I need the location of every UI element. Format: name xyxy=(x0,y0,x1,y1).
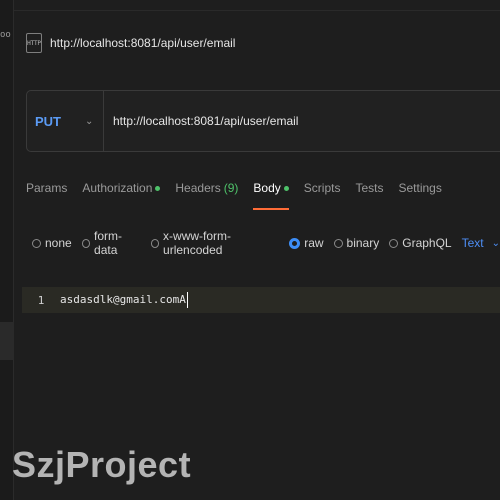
request-title[interactable]: http://localhost:8081/api/user/email xyxy=(50,36,235,50)
body-option-label: form-data xyxy=(94,229,123,257)
radio-icon xyxy=(150,238,160,248)
tab-label: Tests xyxy=(355,181,384,195)
request-tabs: Params Authorization Headers (9) Body Sc… xyxy=(26,178,457,214)
body-option-label: GraphQL xyxy=(402,236,452,250)
sidebar-selected-item[interactable] xyxy=(0,322,14,360)
tab-label: Scripts xyxy=(303,181,341,195)
body-editor-content: asdasdlk@gmail.comA xyxy=(60,293,186,306)
watermark-text: SzjProject xyxy=(12,444,192,485)
app-window: oo HTTP http://localhost:8081/api/user/e… xyxy=(0,0,500,500)
tab-scripts[interactable]: Scripts xyxy=(304,178,341,198)
tab-tests[interactable]: Tests xyxy=(355,178,383,198)
tab-label: Authorization xyxy=(82,181,153,195)
body-option-label: none xyxy=(45,236,72,250)
line-number: 1 xyxy=(37,293,45,307)
tab-authorization[interactable]: Authorization xyxy=(82,178,161,198)
body-option-binary[interactable]: binary xyxy=(333,236,380,250)
body-option-graphql[interactable]: GraphQL xyxy=(389,236,452,250)
sidebar-glyph: oo xyxy=(0,30,11,40)
chevron-down-icon: ⌄ xyxy=(491,237,500,249)
body-option-label: x-www-form-urlencoded xyxy=(163,229,232,257)
radio-icon xyxy=(389,238,399,248)
method-select[interactable]: PUT ⌄ xyxy=(27,91,104,151)
tab-label: Body xyxy=(253,181,281,195)
radio-checked-icon xyxy=(289,237,301,249)
radio-icon xyxy=(333,238,343,248)
raw-format-select[interactable]: Text ⌄ xyxy=(462,236,500,250)
status-dot-icon xyxy=(283,185,289,191)
top-divider xyxy=(14,10,500,11)
tab-label: Headers xyxy=(175,181,221,195)
method-label: PUT xyxy=(35,113,61,129)
body-option-urlencoded[interactable]: x-www-form-urlencoded xyxy=(150,229,280,257)
tab-params[interactable]: Params xyxy=(26,178,67,198)
tab-body[interactable]: Body xyxy=(253,178,290,210)
chevron-down-icon: ⌄ xyxy=(85,115,94,127)
text-caret xyxy=(186,292,188,308)
tab-settings[interactable]: Settings xyxy=(398,178,441,198)
body-option-none[interactable]: none xyxy=(32,236,72,250)
headers-count-badge: (9) xyxy=(223,181,239,195)
status-dot-icon xyxy=(155,185,161,191)
body-option-label: binary xyxy=(346,236,380,250)
tab-headers[interactable]: Headers (9) xyxy=(175,178,238,198)
body-option-form-data[interactable]: form-data xyxy=(81,229,141,257)
body-option-label: raw xyxy=(304,236,324,250)
http-request-icon: HTTP xyxy=(26,33,42,53)
left-sidebar-strip: oo xyxy=(0,0,14,500)
tab-label: Settings xyxy=(398,181,442,195)
url-input[interactable]: http://localhost:8081/api/user/email xyxy=(104,91,500,151)
tab-label: Params xyxy=(26,181,68,195)
body-type-options: none form-data x-www-form-urlencoded raw… xyxy=(32,229,500,257)
body-option-raw[interactable]: raw xyxy=(289,236,324,250)
raw-format-label: Text xyxy=(461,236,484,250)
radio-icon xyxy=(81,238,91,248)
request-header: HTTP http://localhost:8081/api/user/emai… xyxy=(26,28,235,58)
url-bar: PUT ⌄ http://localhost:8081/api/user/ema… xyxy=(26,90,500,152)
body-editor-text[interactable]: asdasdlk@gmail.comA xyxy=(60,292,188,308)
body-editor-line[interactable]: 1 asdasdlk@gmail.comA xyxy=(22,287,500,313)
radio-icon xyxy=(32,238,41,248)
